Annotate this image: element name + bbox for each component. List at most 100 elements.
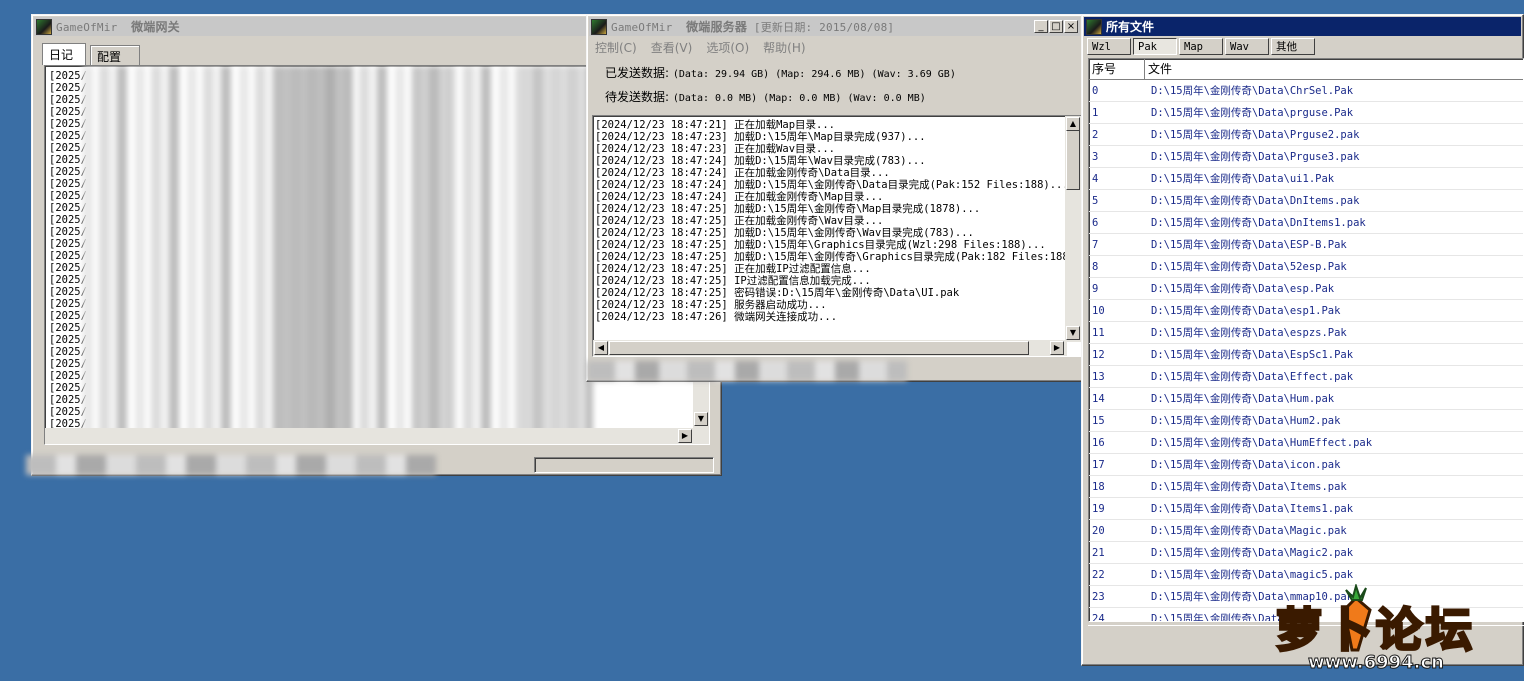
scroll-down-button[interactable]: ▼: [694, 412, 708, 426]
row-index: 12: [1092, 348, 1105, 361]
row-file-path: D:\15周年\金刚传奇\Data\Prguse2.pak: [1151, 129, 1360, 141]
maximize-button[interactable]: □: [1049, 20, 1063, 33]
log-line: [2025/: [49, 178, 87, 190]
table-row[interactable]: 18 D:\15周年\金刚传奇\Data\Items.pak: [1089, 476, 1523, 498]
row-file-path: D:\15周年\金刚传奇\Data\magic5.pak: [1151, 569, 1354, 581]
row-file-path: D:\15周年\金刚传奇\Data\Magic.pak: [1151, 525, 1347, 537]
row-file-path: D:\15周年\金刚传奇\Data\Items1.pak: [1151, 503, 1354, 515]
menu-control[interactable]: 控制(C): [595, 39, 637, 56]
log-line: [2025/: [49, 202, 87, 214]
row-file-path: D:\15周年\金刚传奇\Data\Hum2.pak: [1151, 415, 1341, 427]
scroll-right-button[interactable]: ▶: [678, 429, 692, 443]
gateway-hscrollbar[interactable]: [45, 428, 709, 444]
server-vscrollbar[interactable]: [1065, 116, 1081, 342]
log-line: [2024/12/23 18:47:25] IP过滤配置信息加载完成...: [595, 275, 871, 287]
row-index: 24: [1092, 612, 1105, 622]
server-menubar: 控制(C) 查看(V) 选项(O) 帮助(H): [595, 39, 820, 56]
tab-other[interactable]: 其他: [1271, 38, 1315, 55]
row-index: 8: [1092, 260, 1099, 273]
server-log-area[interactable]: [2024/12/23 18:47:21] 正在加载Map目录... [2024/…: [592, 115, 1082, 357]
server-window: GameOfMir 微端服务器 [更新日期: 2015/08/08] _ □ ×…: [586, 14, 1083, 382]
log-line: [2025/: [49, 238, 87, 250]
row-index: 1: [1092, 106, 1099, 119]
row-index: 23: [1092, 590, 1105, 603]
log-line: [2025/: [49, 214, 87, 226]
server-titlebar[interactable]: GameOfMir 微端服务器 [更新日期: 2015/08/08] _ □ ×: [589, 17, 1080, 36]
log-line: [2025/: [49, 346, 87, 358]
gateway-log-list: [2025/[2025/[2025/[2025/[2025/[2025/[202…: [49, 70, 87, 430]
row-index: 3: [1092, 150, 1099, 163]
watermark-url: www.6994.cn: [1308, 652, 1445, 674]
files-titlebar[interactable]: 所有文件: [1084, 17, 1521, 36]
log-line: [2024/12/23 18:47:23] 正在加载Wav目录...: [595, 143, 836, 155]
server-hscrollbar[interactable]: [593, 340, 1067, 356]
menu-options[interactable]: 选项(O): [706, 39, 749, 56]
log-line: [2024/12/23 18:47:24] 加载D:\15周年\Wav目录完成(…: [595, 155, 926, 167]
table-row[interactable]: 2 D:\15周年\金刚传奇\Data\Prguse2.pak: [1089, 124, 1523, 146]
table-row[interactable]: 16 D:\15周年\金刚传奇\Data\HumEffect.pak: [1089, 432, 1523, 454]
row-index: 22: [1092, 568, 1105, 581]
log-line: [2025/: [49, 358, 87, 370]
log-line: [2025/: [49, 394, 87, 406]
table-row[interactable]: 8 D:\15周年\金刚传奇\Data\52esp.Pak: [1089, 256, 1523, 278]
row-index: 5: [1092, 194, 1099, 207]
tab-pak[interactable]: Pak: [1133, 38, 1177, 55]
files-window: 所有文件 Wzl Pak Map Wav 其他 序号 文件 0 D:\15周年\金刚传奇\…: [1081, 14, 1524, 666]
table-row[interactable]: 11 D:\15周年\金刚传奇\Data\espzs.Pak: [1089, 322, 1523, 344]
app-icon: [1086, 18, 1102, 35]
pending-data-value: (Data: 0.0 MB) (Map: 0.0 MB) (Wav: 0.0 M…: [672, 93, 926, 104]
tab-wav[interactable]: Wav: [1225, 38, 1269, 55]
minimize-button[interactable]: _: [1034, 20, 1048, 33]
log-line: [2024/12/23 18:47:24] 正在加载金刚传奇\Map目录...: [595, 191, 884, 203]
log-line: [2025/: [49, 94, 87, 106]
row-file-path: D:\15周年\金刚传奇\Data\52esp.Pak: [1151, 261, 1347, 273]
table-row[interactable]: 5 D:\15周年\金刚传奇\Data\DnItems.pak: [1089, 190, 1523, 212]
table-row[interactable]: 13 D:\15周年\金刚传奇\Data\Effect.pak: [1089, 366, 1523, 388]
table-row[interactable]: 7 D:\15周年\金刚传奇\Data\ESP-B.Pak: [1089, 234, 1523, 256]
table-row[interactable]: 6 D:\15周年\金刚传奇\Data\DnItems1.pak: [1089, 212, 1523, 234]
log-line: [2025/: [49, 82, 87, 94]
col-index-header[interactable]: 序号: [1089, 59, 1145, 79]
tab-map[interactable]: Map: [1179, 38, 1223, 55]
log-line: [2025/: [49, 118, 87, 130]
scroll-left-button[interactable]: ◀: [594, 341, 608, 355]
log-line: [2024/12/23 18:47:24] 加载D:\15周年\金刚传奇\Dat…: [595, 179, 1067, 191]
scroll-right-button[interactable]: ▶: [1050, 341, 1064, 355]
gateway-statusbar: [26, 455, 719, 475]
tab-log[interactable]: 日记: [42, 43, 86, 65]
row-index: 17: [1092, 458, 1105, 471]
scroll-up-button[interactable]: ▲: [1066, 117, 1080, 131]
row-index: 7: [1092, 238, 1099, 251]
table-row[interactable]: 14 D:\15周年\金刚传奇\Data\Hum.pak: [1089, 388, 1523, 410]
table-row[interactable]: 19 D:\15周年\金刚传奇\Data\Items1.pak: [1089, 498, 1523, 520]
scroll-down-button[interactable]: ▼: [1066, 326, 1080, 340]
tab-config[interactable]: 配置: [90, 45, 140, 65]
row-file-path: D:\15周年\金刚传奇\Data\ui1.Pak: [1151, 173, 1335, 185]
log-line: [2024/12/23 18:47:24] 正在加载金刚传奇\Data目录...: [595, 167, 890, 179]
table-row[interactable]: 15 D:\15周年\金刚传奇\Data\Hum2.pak: [1089, 410, 1523, 432]
table-row[interactable]: 10 D:\15周年\金刚传奇\Data\esp1.Pak: [1089, 300, 1523, 322]
row-index: 11: [1092, 326, 1105, 339]
row-file-path: D:\15周年\金刚传奇\Data\Magic2.pak: [1151, 547, 1354, 559]
log-line: [2025/: [49, 310, 87, 322]
table-row[interactable]: 0 D:\15周年\金刚传奇\Data\ChrSel.Pak: [1089, 80, 1523, 102]
menu-view[interactable]: 查看(V): [651, 39, 693, 56]
table-row[interactable]: 21 D:\15周年\金刚传奇\Data\Magic2.pak: [1089, 542, 1523, 564]
tab-wzl[interactable]: Wzl: [1087, 38, 1131, 55]
files-table[interactable]: 序号 文件 0 D:\15周年\金刚传奇\Data\ChrSel.Pak 1 D:\1…: [1088, 58, 1524, 622]
table-row[interactable]: 3 D:\15周年\金刚传奇\Data\Prguse3.pak: [1089, 146, 1523, 168]
close-button[interactable]: ×: [1064, 20, 1078, 33]
table-row[interactable]: 4 D:\15周年\金刚传奇\Data\ui1.Pak: [1089, 168, 1523, 190]
table-row[interactable]: 20 D:\15周年\金刚传奇\Data\Magic.pak: [1089, 520, 1523, 542]
table-row[interactable]: 9 D:\15周年\金刚传奇\Data\esp.Pak: [1089, 278, 1523, 300]
table-row[interactable]: 1 D:\15周年\金刚传奇\Data\prguse.Pak: [1089, 102, 1523, 124]
row-file-path: D:\15周年\金刚传奇\Data\espzs.Pak: [1151, 327, 1347, 339]
table-row[interactable]: 12 D:\15周年\金刚传奇\Data\EspSc1.Pak: [1089, 344, 1523, 366]
menu-help[interactable]: 帮助(H): [763, 39, 805, 56]
log-line: [2025/: [49, 382, 87, 394]
col-file-header[interactable]: 文件: [1145, 59, 1523, 79]
row-index: 4: [1092, 172, 1099, 185]
table-row[interactable]: 17 D:\15周年\金刚传奇\Data\icon.pak: [1089, 454, 1523, 476]
log-line: [2024/12/23 18:47:25] 密码错误:D:\15周年\金刚传奇\…: [595, 287, 960, 299]
row-file-path: D:\15周年\金刚传奇\Data\HumEffect.pak: [1151, 437, 1373, 449]
